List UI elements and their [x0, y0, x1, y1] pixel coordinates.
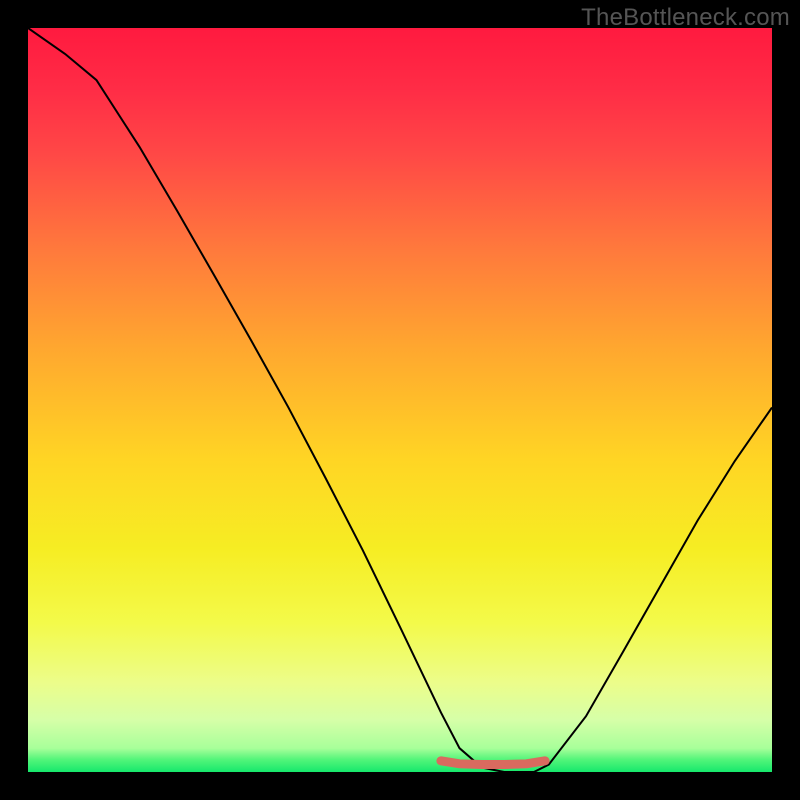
bottleneck-chart	[28, 28, 772, 772]
plot-area	[28, 28, 772, 772]
watermark-text: TheBottleneck.com	[581, 4, 790, 32]
gradient-background	[28, 28, 772, 772]
chart-frame: TheBottleneck.com	[0, 0, 800, 800]
optimal-zone-marker	[441, 761, 545, 765]
